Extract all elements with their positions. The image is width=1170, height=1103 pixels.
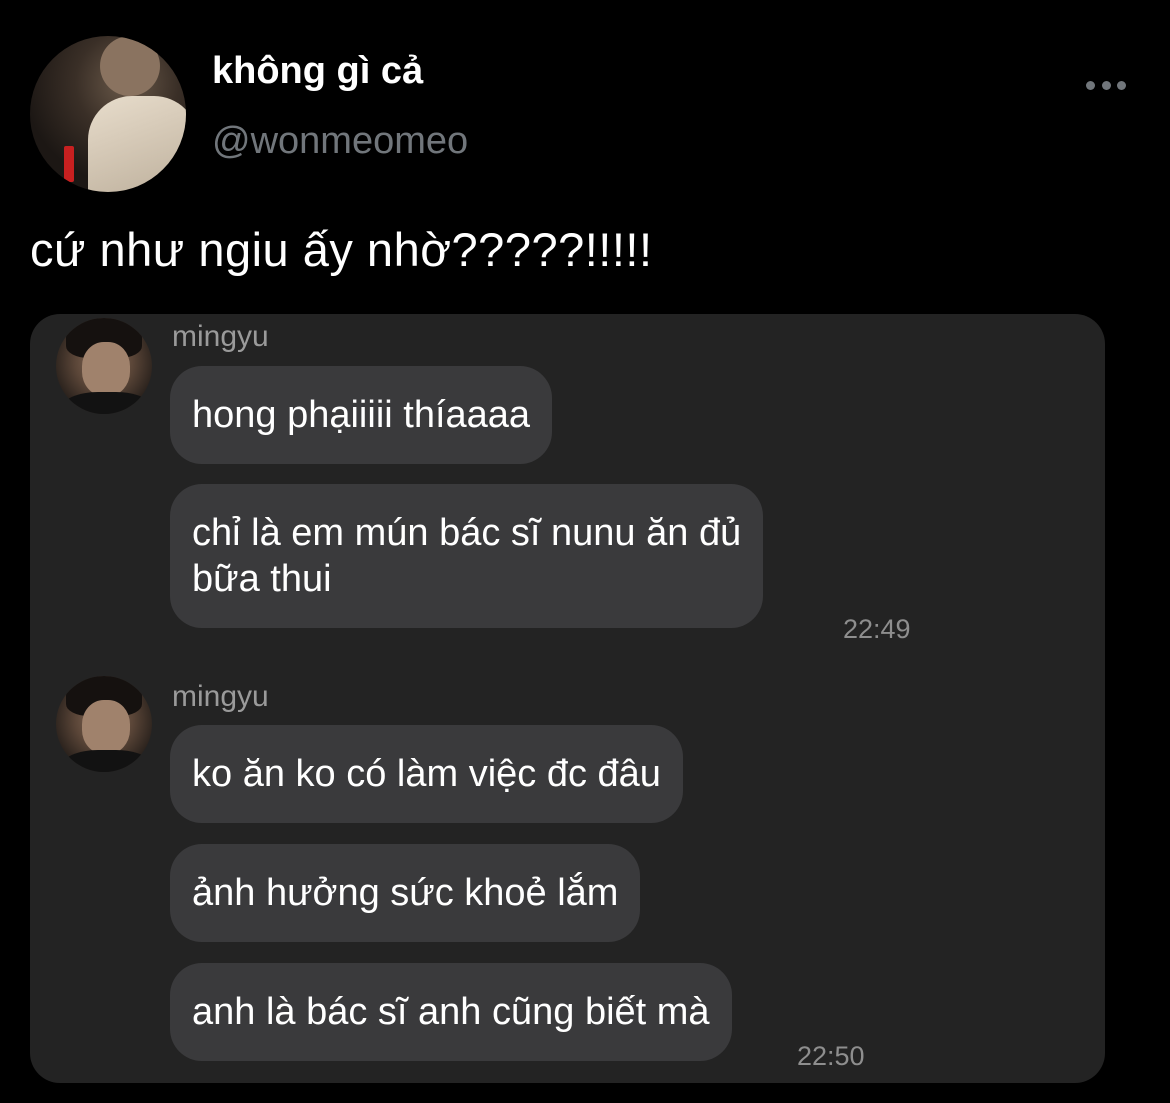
avatar-shirt	[62, 750, 152, 772]
tweet-author-avatar[interactable]	[30, 36, 186, 192]
message-timestamp: 22:50	[797, 1041, 865, 1071]
tweet-media-image[interactable]: mingyu hong phạiiiii thíaaaa chỉ là em m…	[30, 314, 1105, 1083]
chat-message-bubble: anh là bác sĩ anh cũng biết mà	[170, 963, 732, 1061]
more-horizontal-icon[interactable]	[1086, 72, 1126, 98]
dot	[1101, 80, 1111, 90]
avatar-face	[82, 700, 130, 754]
dot	[1117, 80, 1126, 90]
chat-avatar	[56, 676, 152, 772]
user-handle[interactable]: @wonmeomeo	[212, 120, 468, 163]
chat-sender-name: mingyu	[172, 320, 269, 353]
avatar-candle	[64, 146, 74, 182]
avatar-shirt	[62, 392, 152, 414]
message-timestamp: 22:49	[843, 614, 911, 644]
chat-message-bubble: hong phạiiiii thíaaaa	[170, 366, 553, 464]
tweet-text: cứ như ngiu ấy nhờ?????!!!!!	[30, 223, 653, 276]
dot	[1086, 80, 1095, 90]
avatar-head	[100, 36, 160, 96]
chat-avatar	[56, 318, 152, 414]
chat-message-bubble: chỉ là em mún bác sĩ nunu ăn đủ bữa thui	[170, 484, 764, 628]
display-name[interactable]: không gì cả	[212, 50, 423, 93]
avatar-shirt	[88, 96, 186, 192]
chat-message-bubble: ảnh hưởng sức khoẻ lắm	[170, 844, 641, 942]
avatar-face	[82, 342, 130, 396]
chat-message-bubble: ko ăn ko có làm việc đc đâu	[170, 725, 683, 823]
chat-sender-name: mingyu	[172, 680, 269, 713]
